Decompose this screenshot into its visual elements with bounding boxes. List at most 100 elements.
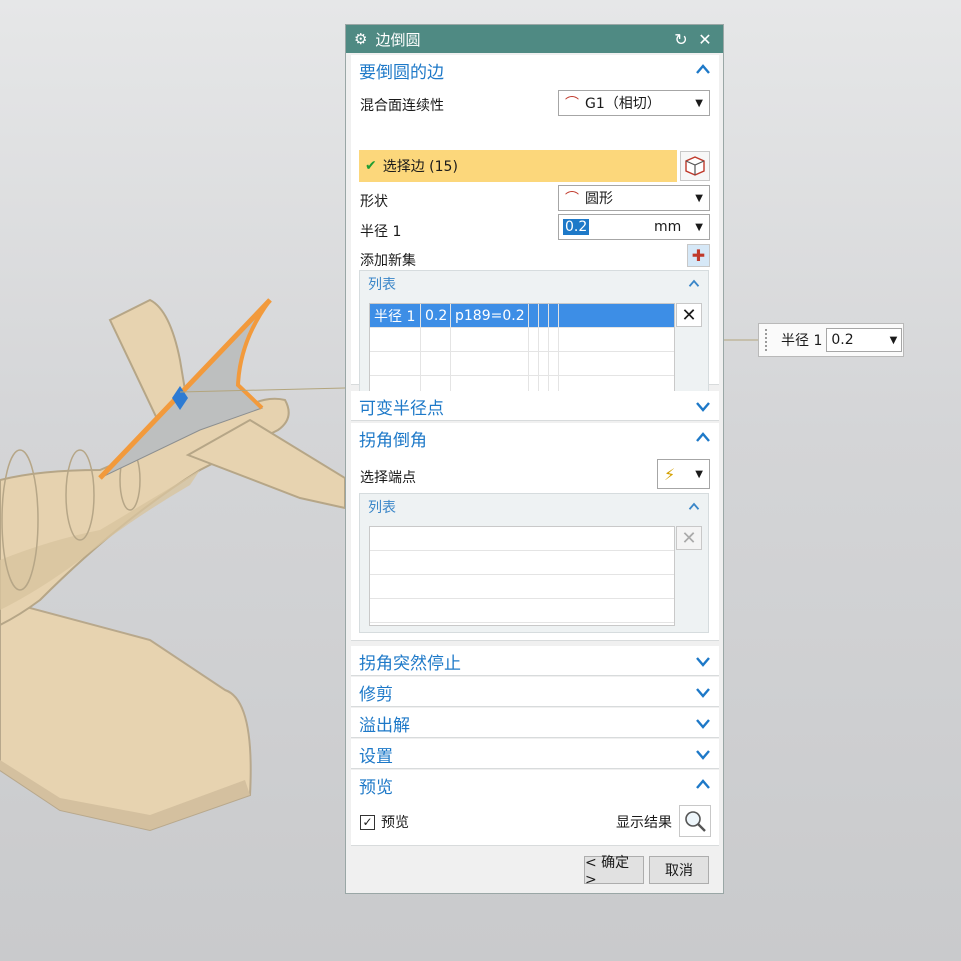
- ok-button[interactable]: < 确定 >: [584, 855, 644, 888]
- table-row: [370, 575, 674, 599]
- preview-header[interactable]: 预览: [351, 770, 719, 800]
- chevron-down-icon: ▼: [889, 334, 898, 346]
- overflow-section[interactable]: 溢出解: [351, 708, 719, 738]
- list-header[interactable]: 列表: [360, 271, 708, 297]
- chevron-down-icon: ▼: [695, 192, 703, 204]
- corner-setback-header[interactable]: 拐角倒角: [351, 423, 719, 453]
- delete-icon: ✕: [681, 527, 697, 549]
- checkmark-icon: ✔: [365, 158, 377, 174]
- radius-input[interactable]: 0.2 mm ▼: [558, 214, 710, 240]
- section-title: 拐角突然停止: [359, 653, 461, 674]
- corner-stop-section[interactable]: 拐角突然停止: [351, 646, 719, 676]
- shape-label: 形状: [360, 194, 388, 210]
- delete-list-item-button[interactable]: ✕: [676, 303, 702, 327]
- chevron-down-icon: ▼: [695, 97, 703, 109]
- close-icon[interactable]: ✕: [695, 30, 715, 49]
- section-title: 修剪: [359, 684, 393, 705]
- onscreen-input-label: 半径 1: [781, 333, 823, 349]
- radius-unit: mm: [654, 219, 682, 235]
- endpoint-list-panel: 列表 ✕: [359, 493, 709, 633]
- delete-list-item-button[interactable]: ✕: [676, 526, 702, 550]
- edges-section-header[interactable]: 要倒圆的边: [351, 55, 719, 85]
- table-row: [370, 352, 674, 376]
- list-title: 列表: [368, 277, 396, 293]
- corner-setback-section: 拐角倒角 选择端点 ⚡ ▼ 列表 ✕: [351, 423, 719, 641]
- blend-icon: ⌒: [565, 96, 579, 112]
- table-cell: [539, 304, 549, 327]
- magnifier-icon: [685, 811, 706, 832]
- table-cell: [529, 304, 539, 327]
- table-cell: [559, 304, 674, 327]
- delete-icon: ✕: [681, 304, 697, 326]
- chevron-down-icon: [696, 750, 710, 760]
- edges-section: 要倒圆的边 混合面连续性 ⌒ G1（相切） ▼ ✔ 选择边 (15) 形状 ⌒ …: [351, 55, 719, 410]
- radius-value: 0.2: [563, 219, 590, 235]
- onscreen-value: 0.2: [831, 332, 854, 348]
- dropdown-value: 圆形: [585, 191, 613, 207]
- preview-checkbox-label: 预览: [381, 815, 409, 831]
- chevron-up-icon: [688, 502, 700, 510]
- section-title: 预览: [359, 777, 393, 798]
- table-cell: 半径 1: [370, 304, 421, 327]
- cancel-button[interactable]: 取消: [649, 856, 709, 884]
- chevron-up-icon: [696, 432, 710, 442]
- show-result-button[interactable]: [679, 805, 711, 837]
- select-edge-cube-button[interactable]: [680, 151, 710, 181]
- table-cell: p189=0.2: [451, 304, 529, 327]
- settings-section[interactable]: 设置: [351, 739, 719, 769]
- section-title: 溢出解: [359, 715, 410, 736]
- table-row: [370, 551, 674, 575]
- blend-continuity-dropdown[interactable]: ⌒ G1（相切） ▼: [558, 90, 710, 116]
- select-endpoint-label: 选择端点: [360, 470, 416, 486]
- table-cell: 0.2: [421, 304, 451, 327]
- chevron-down-icon: [696, 688, 710, 698]
- list-title: 列表: [368, 500, 396, 516]
- drag-handle[interactable]: [765, 329, 771, 351]
- preview-section: 预览 ✓ 预览 显示结果: [351, 770, 719, 846]
- show-result-label: 显示结果: [616, 815, 672, 831]
- onscreen-value-dropdown[interactable]: 0.2 ▼: [826, 328, 903, 352]
- section-title: 拐角倒角: [359, 430, 427, 451]
- round-shape-icon: ⌒: [565, 191, 579, 207]
- table-row: [370, 599, 674, 623]
- lightning-point-icon: ⚡: [664, 464, 676, 484]
- section-title: 可变半径点: [359, 398, 444, 419]
- gear-icon: ⚙: [354, 30, 368, 48]
- add-set-icon: ✚: [691, 246, 706, 265]
- trim-section[interactable]: 修剪: [351, 677, 719, 707]
- add-new-set-label: 添加新集: [360, 253, 416, 269]
- add-new-set-button[interactable]: ✚: [687, 244, 710, 267]
- chevron-down-icon: ▼: [695, 468, 703, 480]
- onscreen-radius-input[interactable]: 半径 1 0.2 ▼: [758, 323, 904, 357]
- select-edge-row[interactable]: ✔ 选择边 (15): [359, 150, 677, 182]
- shape-dropdown[interactable]: ⌒ 圆形 ▼: [558, 185, 710, 211]
- preview-checkbox[interactable]: ✓ 预览: [360, 812, 409, 832]
- chevron-down-icon: [696, 719, 710, 729]
- table-cell: [549, 304, 559, 327]
- endpoint-list-table: [369, 526, 675, 626]
- dialog-title: 边倒圆: [375, 30, 421, 49]
- endpoint-selector[interactable]: ⚡ ▼: [657, 459, 710, 489]
- table-row: [370, 328, 674, 352]
- cube-icon: [685, 156, 705, 176]
- list-header[interactable]: 列表: [360, 494, 708, 520]
- reset-icon[interactable]: ↻: [671, 30, 691, 49]
- table-row[interactable]: 半径 1 0.2 p189=0.2: [370, 304, 674, 328]
- chevron-down-icon: [696, 402, 710, 412]
- dialog-titlebar[interactable]: ⚙ 边倒圆 ↻ ✕: [346, 25, 723, 53]
- chevron-up-icon: [696, 779, 710, 789]
- variable-radius-section[interactable]: 可变半径点: [351, 391, 719, 421]
- section-title: 设置: [359, 746, 393, 767]
- radius-list-panel: 列表 半径 1 0.2 p189=0.2 ✕: [359, 270, 709, 410]
- table-row: [370, 527, 674, 551]
- blend-continuity-label: 混合面连续性: [360, 98, 444, 114]
- dropdown-value: G1（相切）: [585, 96, 661, 112]
- checkbox-checked-icon: ✓: [360, 814, 375, 830]
- chevron-down-icon: [696, 657, 710, 667]
- chevron-up-icon: [688, 279, 700, 287]
- section-title: 要倒圆的边: [359, 62, 444, 83]
- chevron-up-icon: [696, 64, 710, 74]
- select-edge-label: 选择边 (15): [382, 159, 458, 175]
- radius-label: 半径 1: [360, 224, 402, 240]
- edge-blend-dialog: ⚙ 边倒圆 ↻ ✕ 要倒圆的边 混合面连续性 ⌒ G1（相切） ▼ ✔ 选择边 …: [345, 24, 724, 894]
